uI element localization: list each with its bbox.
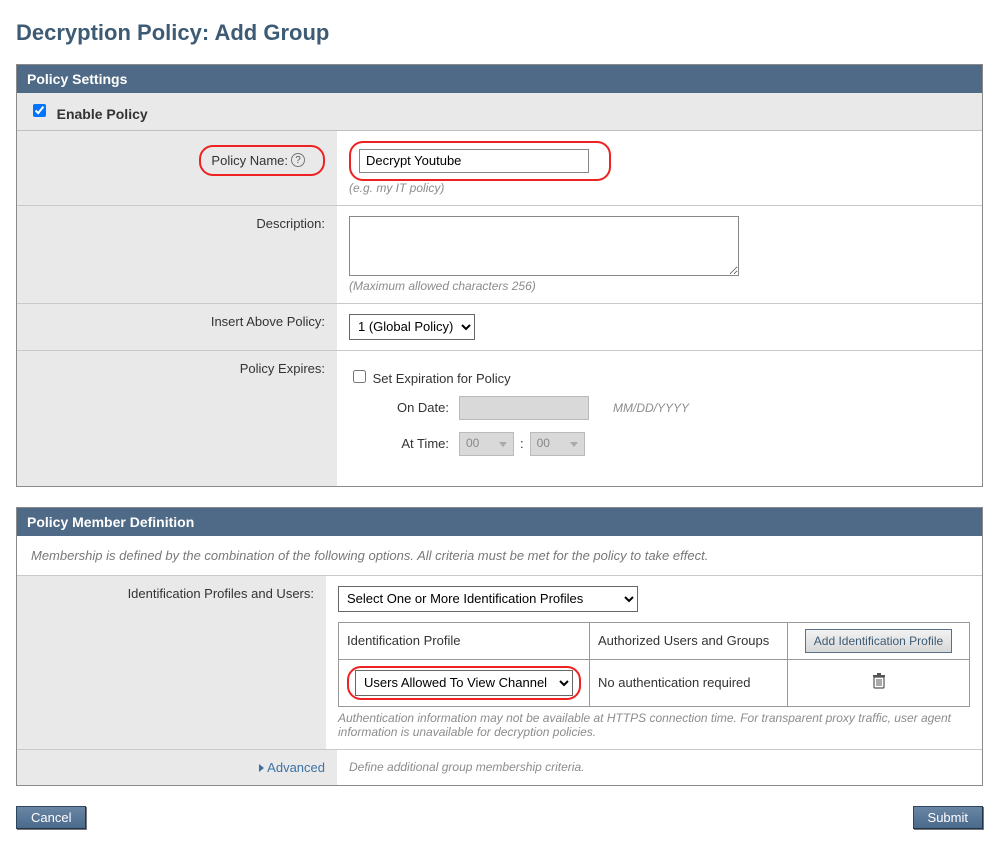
trash-icon[interactable] bbox=[872, 673, 886, 689]
set-expiration-checkbox[interactable] bbox=[353, 370, 366, 383]
advanced-link[interactable]: Advanced bbox=[267, 760, 325, 775]
on-date-label: On Date: bbox=[377, 400, 449, 415]
policy-settings-panel: Policy Settings Enable Policy Policy Nam… bbox=[16, 64, 983, 487]
advanced-text: Define additional group membership crite… bbox=[337, 750, 982, 785]
profile-row-select[interactable]: Users Allowed To View Channel bbox=[355, 670, 573, 696]
profiles-select[interactable]: Select One or More Identification Profil… bbox=[338, 586, 638, 612]
on-date-input bbox=[459, 396, 589, 420]
insert-above-select[interactable]: 1 (Global Policy) bbox=[349, 314, 475, 340]
insert-above-label: Insert Above Policy: bbox=[17, 304, 337, 350]
footer-bar: Cancel Submit bbox=[16, 806, 983, 829]
set-expiration-label: Set Expiration for Policy bbox=[373, 371, 511, 386]
enable-policy-checkbox[interactable] bbox=[33, 104, 46, 117]
enable-policy-row: Enable Policy bbox=[17, 93, 982, 131]
policy-name-label: Policy Name: bbox=[211, 153, 288, 168]
description-label: Description: bbox=[17, 206, 337, 303]
on-date-placeholder: MM/DD/YYYY bbox=[613, 401, 689, 415]
at-time-hour bbox=[459, 432, 514, 456]
member-definition-panel: Policy Member Definition Membership is d… bbox=[16, 507, 983, 786]
table-header-row: Identification Profile Authorized Users … bbox=[339, 622, 970, 659]
identification-table: Identification Profile Authorized Users … bbox=[338, 622, 970, 707]
description-textarea[interactable] bbox=[349, 216, 739, 276]
at-time-label: At Time: bbox=[377, 436, 449, 451]
submit-button[interactable]: Submit bbox=[913, 806, 983, 829]
policy-name-input[interactable] bbox=[359, 149, 589, 173]
member-definition-intro: Membership is defined by the combination… bbox=[17, 536, 982, 576]
page-title: Decryption Policy: Add Group bbox=[16, 20, 983, 46]
th-auth: Authorized Users and Groups bbox=[590, 622, 788, 659]
policy-settings-header: Policy Settings bbox=[17, 65, 982, 93]
chevron-right-icon bbox=[259, 764, 264, 772]
cancel-button[interactable]: Cancel bbox=[16, 806, 86, 829]
at-time-minute bbox=[530, 432, 585, 456]
member-definition-header: Policy Member Definition bbox=[17, 508, 982, 536]
th-profile: Identification Profile bbox=[339, 622, 590, 659]
table-row: Users Allowed To View Channel No authent… bbox=[339, 659, 970, 706]
auth-note: Authentication information may not be av… bbox=[338, 711, 958, 739]
description-hint: (Maximum allowed characters 256) bbox=[349, 279, 970, 293]
add-identification-profile-button[interactable]: Add Identification Profile bbox=[805, 629, 952, 653]
auth-text: No authentication required bbox=[590, 659, 788, 706]
profile-row-highlight: Users Allowed To View Channel bbox=[347, 666, 581, 700]
policy-name-highlight: Policy Name: ? bbox=[199, 145, 325, 176]
profiles-users-label: Identification Profiles and Users: bbox=[17, 576, 326, 749]
enable-policy-label: Enable Policy bbox=[57, 106, 148, 122]
policy-expires-label: Policy Expires: bbox=[17, 351, 337, 486]
policy-name-hint: (e.g. my IT policy) bbox=[349, 181, 970, 195]
help-icon[interactable]: ? bbox=[291, 153, 305, 167]
